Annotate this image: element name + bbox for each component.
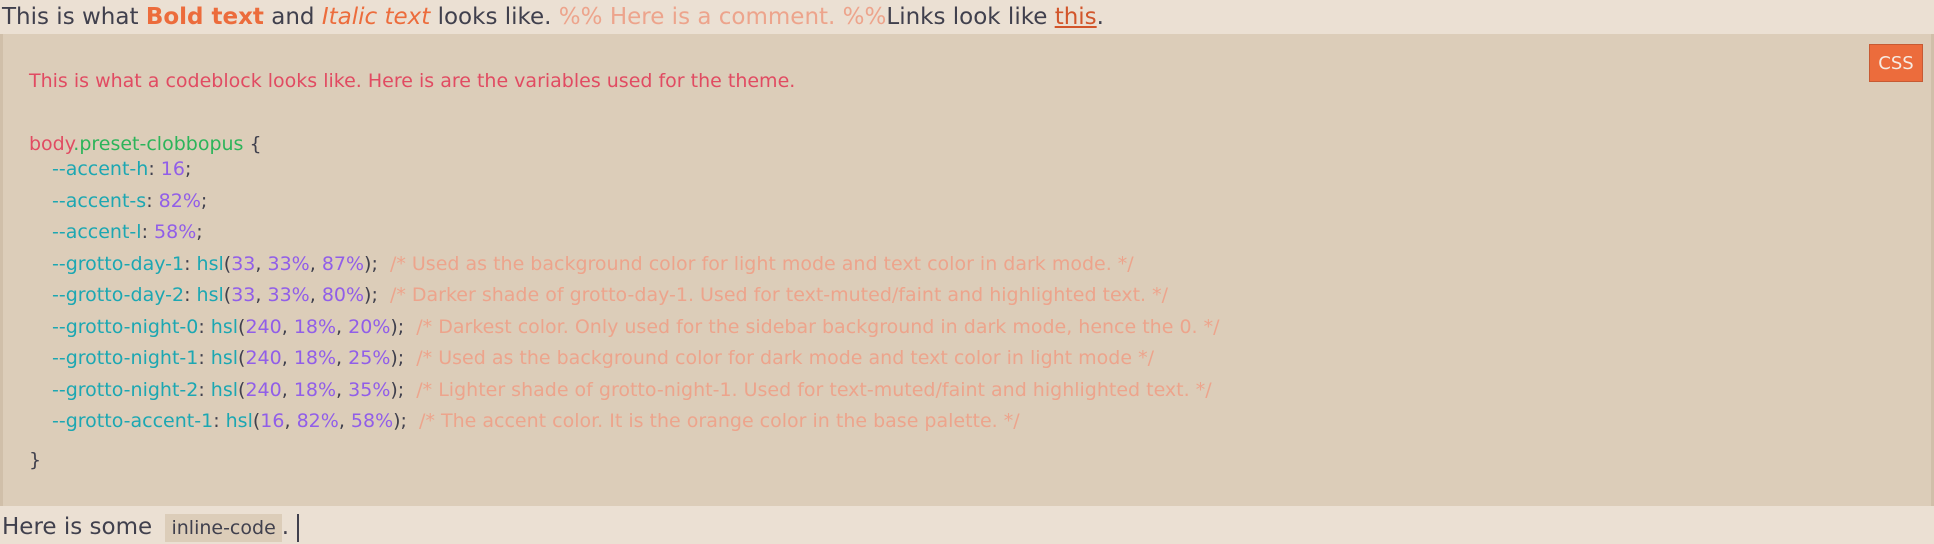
- css-number: 33: [231, 252, 256, 275]
- css-number: 58%: [350, 410, 394, 432]
- css-number: 18%: [293, 378, 337, 401]
- css-number: 87%: [321, 252, 365, 275]
- css-variable-name: --grotto-night-2: [52, 378, 199, 401]
- plain-text: looks like.: [430, 4, 559, 30]
- css-variable-line: --grotto-night-0: hsl(240, 18%, 20%); /*…: [52, 315, 1220, 338]
- css-number: 33: [231, 284, 256, 306]
- css-number: 18%: [293, 315, 337, 338]
- css-number: 33%: [267, 284, 310, 306]
- close-brace: }: [29, 449, 42, 471]
- italic-text: Italic text: [321, 4, 431, 30]
- css-variable-line: --grotto-night-2: hsl(240, 18%, 35%); /*…: [52, 378, 1212, 401]
- css-variable-name: --accent-s: [52, 189, 147, 212]
- css-number: 58%: [154, 221, 197, 243]
- css-function-name: hsl: [210, 378, 239, 401]
- css-number: 240: [245, 378, 282, 401]
- css-variable-name: --grotto-night-0: [52, 315, 199, 338]
- plain-text: Links look like: [886, 4, 1055, 30]
- code-block[interactable]: CSS This is what a codeblock looks like.…: [0, 34, 1934, 506]
- open-brace: {: [243, 133, 262, 155]
- css-variable-line: --accent-s: 82%;: [52, 189, 208, 212]
- css-number: 240: [245, 315, 282, 338]
- css-variable-line: --accent-h: 16;: [52, 158, 192, 180]
- code-selector-line: body.preset-clobbopus {: [29, 131, 262, 157]
- css-number: 35%: [348, 378, 391, 401]
- css-function-name: hsl: [210, 347, 239, 369]
- css-variable-name: --accent-h: [52, 158, 149, 180]
- css-variable-name: --grotto-night-1: [52, 347, 199, 369]
- css-comment: /* Darker shade of grotto-day-1. Used fo…: [377, 284, 1169, 306]
- formatting-sample-line: This is what Bold text and Italic text l…: [2, 0, 1104, 34]
- css-variable-line: --grotto-accent-1: hsl(16, 82%, 58%); /*…: [52, 410, 1020, 432]
- css-variable-name: --grotto-day-1: [52, 252, 185, 275]
- selector-class: .preset-clobbopus: [73, 133, 244, 155]
- css-variable-name: --grotto-accent-1: [52, 410, 214, 432]
- css-comment: /* Used as the background color for ligh…: [377, 252, 1134, 275]
- css-comment: /* Lighter shade of grotto-night-1. Used…: [404, 378, 1212, 401]
- css-number: 20%: [348, 315, 391, 338]
- css-number: 82%: [296, 410, 339, 432]
- css-function-name: hsl: [196, 252, 224, 275]
- css-number: 240: [245, 347, 282, 369]
- plain-text: Here is some: [2, 514, 160, 540]
- css-number: 25%: [348, 347, 391, 369]
- plain-text: This is what: [2, 4, 146, 30]
- selector-tag: body: [29, 133, 74, 155]
- css-number: 82%: [158, 189, 201, 212]
- css-comment: /* Darkest color. Only used for the side…: [404, 315, 1220, 338]
- css-variable-line: --grotto-day-2: hsl(33, 33%, 80%); /* Da…: [52, 284, 1169, 306]
- css-variable-name: --grotto-day-2: [52, 284, 185, 306]
- sample-link[interactable]: this: [1055, 4, 1097, 30]
- css-variable-line: --grotto-day-1: hsl(33, 33%, 87%); /* Us…: [52, 252, 1134, 275]
- comment-text: %% Here is a comment. %%: [558, 4, 887, 30]
- css-function-name: hsl: [196, 284, 224, 306]
- css-variable-line: --grotto-night-1: hsl(240, 18%, 25%); /*…: [52, 347, 1154, 369]
- inline-code-sample-line[interactable]: Here is some inline-code.: [2, 510, 300, 544]
- inline-code: inline-code: [165, 513, 282, 542]
- code-language-badge[interactable]: CSS: [1869, 44, 1923, 82]
- css-function-name: hsl: [225, 410, 253, 432]
- code-intro-line: This is what a codeblock looks like. Her…: [29, 70, 796, 92]
- plain-text: .: [1096, 4, 1104, 30]
- text-cursor: [297, 513, 300, 542]
- css-number: 16: [260, 410, 285, 432]
- css-variable-line: --accent-l: 58%;: [52, 221, 203, 243]
- bold-text: Bold text: [145, 4, 264, 30]
- css-number: 80%: [321, 284, 365, 306]
- css-comment: /* Used as the background color for dark…: [404, 347, 1154, 369]
- plain-text: and: [263, 4, 322, 30]
- css-variable-name: --accent-l: [52, 221, 142, 243]
- css-function-name: hsl: [210, 315, 239, 338]
- css-number: 33%: [267, 252, 310, 275]
- css-comment: /* The accent color. It is the orange co…: [406, 410, 1020, 432]
- plain-text: .: [281, 514, 290, 540]
- css-number: 16: [160, 158, 185, 180]
- css-number: 18%: [293, 347, 337, 369]
